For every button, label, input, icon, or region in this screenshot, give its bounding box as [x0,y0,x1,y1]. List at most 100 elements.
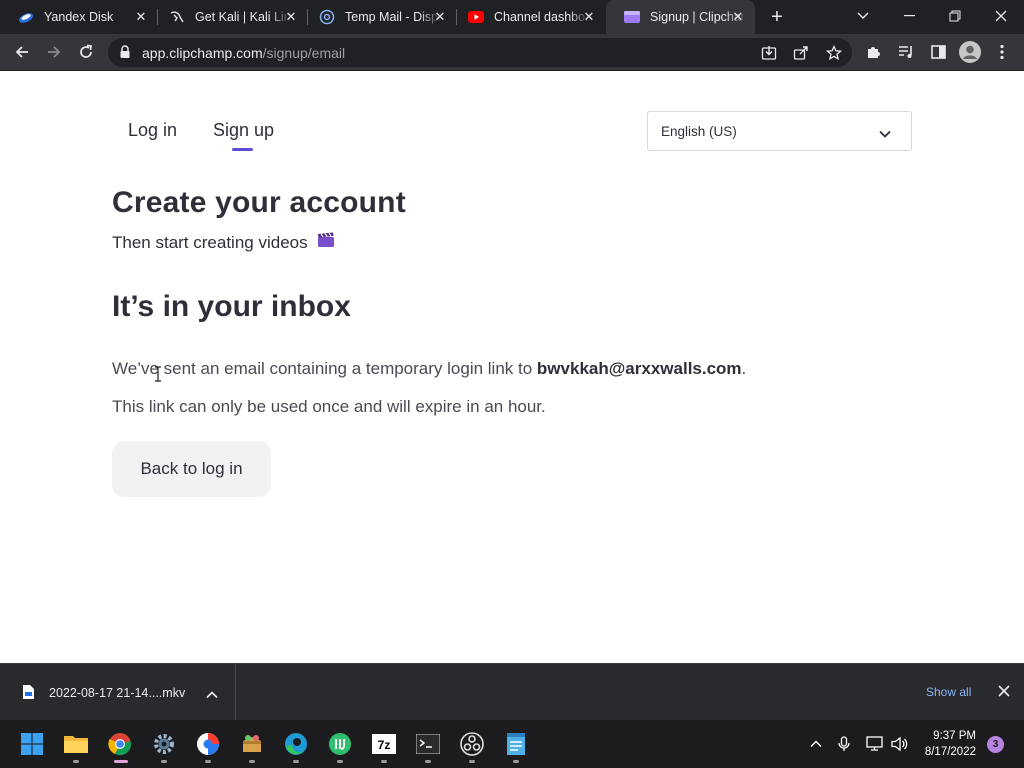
network-button[interactable] [866,735,884,753]
tab-title: Temp Mail - Disposable [345,10,441,24]
url-path: /signup/email [262,45,346,61]
clipchamp-signup-page: Log in Sign up English (US) Create your … [0,72,1024,663]
close-icon [995,10,1007,22]
browser-tab-strip: Yandex Disk ✕ Get Kali | Kali Linux ✕ Te… [0,0,1024,34]
taskbar-notepad[interactable] [498,726,534,763]
show-all-downloads-link[interactable]: Show all [926,685,971,699]
terminal-icon [416,734,440,754]
running-indicator [161,760,167,763]
active-tab-indicator [232,148,253,151]
running-indicator [337,760,343,763]
chevron-down-icon [857,12,869,19]
profile-button[interactable] [957,39,983,65]
taskbar-obs[interactable] [454,726,490,763]
windows-taskbar: 7z 9:37 PM 8/17/2022 [0,720,1024,768]
tab-yandex-disk[interactable]: Yandex Disk ✕ [0,0,158,34]
minimize-icon [903,15,915,17]
subtitle-text: Then start creating videos [112,232,308,252]
network-icon [866,736,883,751]
volume-button[interactable] [891,735,909,753]
kali-icon [169,9,185,25]
tab-title: Yandex Disk [44,10,114,24]
tab-close-icon[interactable]: ✕ [731,10,745,24]
close-icon[interactable] [998,684,1010,702]
star-icon[interactable] [825,44,843,62]
install-app-icon[interactable] [760,44,778,62]
tab-close-icon[interactable]: ✕ [134,10,148,24]
avatar-icon [959,41,981,63]
inbox-heading: It’s in your inbox [112,290,351,323]
edge-icon [285,733,307,755]
taskbar-edge[interactable] [278,726,314,763]
tab-close-icon[interactable]: ✕ [433,10,447,24]
tab-search-button[interactable] [840,0,886,32]
tab-close-icon[interactable]: ✕ [284,10,298,24]
show-hidden-icons-button[interactable] [807,735,825,753]
page-title: Create your account [112,186,406,219]
running-indicator [425,760,431,763]
extensions-button[interactable] [861,39,887,65]
tab-sign-up[interactable]: Sign up [213,120,274,141]
youtube-icon [468,9,484,25]
tab-log-in[interactable]: Log in [128,120,177,141]
chevron-up-icon[interactable] [206,686,218,704]
windows-logo-icon [21,733,43,755]
new-tab-button[interactable]: + [766,6,788,28]
email-address: bwvkkah@arxxwalls.com [536,359,742,378]
yandex-disk-icon [18,9,34,25]
forward-button[interactable] [41,39,67,65]
download-item[interactable]: 2022-08-17 21-14....mkv [0,664,236,721]
start-button[interactable] [14,726,50,762]
running-indicator [205,760,211,763]
text-cursor-icon [155,366,161,382]
green-app-icon [329,733,351,755]
language-select-value: English (US) [661,124,737,139]
gear-icon [154,734,174,754]
taskbar-settings[interactable] [146,726,182,763]
media-controls-button[interactable] [893,39,919,65]
tab-kali[interactable]: Get Kali | Kali Linux ✕ [151,0,308,34]
download-file-name: 2022-08-17 21-14....mkv [49,686,186,700]
taskbar-yandex-browser[interactable] [190,726,226,763]
minimize-button[interactable] [886,0,932,32]
restore-button[interactable] [932,0,978,32]
taskbar-file-explorer[interactable] [58,726,94,763]
microphone-icon [838,736,850,751]
folder-icon [64,736,88,753]
tab-close-icon[interactable]: ✕ [582,10,596,24]
back-button[interactable] [9,39,35,65]
reload-button[interactable] [73,39,99,65]
system-clock[interactable]: 9:37 PM 8/17/2022 [925,728,976,760]
taskbar-7zip[interactable]: 7z [366,726,402,763]
share-icon[interactable] [792,44,810,62]
clock-date: 8/17/2022 [924,746,976,758]
chrome-menu-button[interactable] [989,39,1015,65]
taskbar-app-package[interactable] [234,726,270,763]
language-select[interactable]: English (US) [647,111,912,151]
taskbar-terminal[interactable] [410,726,446,763]
clipchamp-icon [624,9,640,25]
taskbar-green-app[interactable] [322,726,358,763]
tab-title: Get Kali | Kali Linux [195,10,291,24]
running-indicator [293,760,299,763]
queue-music-icon [898,46,912,58]
microphone-button[interactable] [835,735,853,753]
reload-icon [80,44,92,58]
taskbar-chrome[interactable] [102,726,138,763]
puzzle-icon [868,47,880,58]
notification-badge[interactable]: 3 [987,736,1004,753]
browser-toolbar: app.clipchamp.com/signup/email [0,34,1024,71]
side-panel-button[interactable] [925,39,951,65]
clock-time: 9:37 PM [933,730,976,742]
tab-clipchamp-signup[interactable]: Signup | Clipchamp ✕ [606,0,755,34]
address-bar[interactable]: app.clipchamp.com/signup/email [108,38,852,67]
page-subtitle: Then start creating videos [112,232,335,253]
tab-temp-mail[interactable]: Temp Mail - Disposable ✕ [301,0,457,34]
back-to-login-button[interactable]: Back to log in [112,441,271,497]
close-window-button[interactable] [978,0,1024,32]
package-icon [243,735,261,752]
tab-channel-dashboard[interactable]: Channel dashboard ✕ [450,0,606,34]
running-indicator [73,760,79,763]
running-indicator [513,760,519,763]
more-vert-icon [1000,44,1004,60]
